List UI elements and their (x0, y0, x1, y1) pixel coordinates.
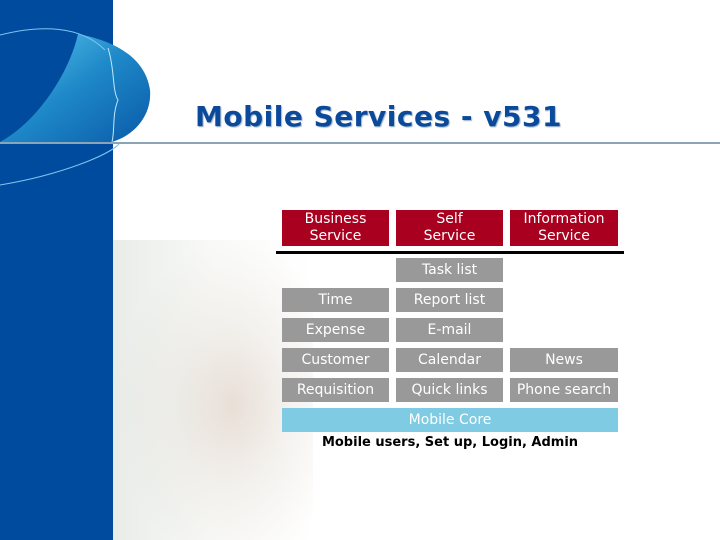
module-report-list: Report list (396, 288, 503, 312)
category-information-service: Information Service (510, 210, 618, 246)
module-time: Time (282, 288, 389, 312)
company-logo-icon (0, 28, 151, 186)
module-phone-search: Phone search (510, 378, 618, 402)
category-business-service: Business Service (282, 210, 389, 246)
module-quick-links: Quick links (396, 378, 503, 402)
module-expense: Expense (282, 318, 389, 342)
category-self-service: Self Service (396, 210, 503, 246)
module-news: News (510, 348, 618, 372)
module-requisition: Requisition (282, 378, 389, 402)
mobile-core-bar: Mobile Core (282, 408, 618, 432)
page-title: Mobile Services - v531 (195, 100, 562, 133)
module-task-list: Task list (396, 258, 503, 282)
core-description: Mobile users, Set up, Login, Admin (321, 435, 579, 450)
module-customer: Customer (282, 348, 389, 372)
module-email: E-mail (396, 318, 503, 342)
module-calendar: Calendar (396, 348, 503, 372)
category-divider (276, 251, 624, 254)
title-divider (0, 142, 720, 144)
